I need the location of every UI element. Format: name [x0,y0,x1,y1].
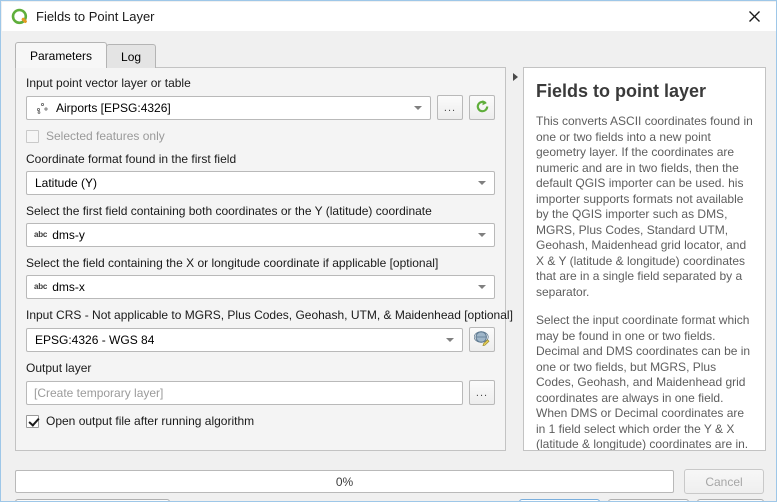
dialog-body: Parameters Log Input point vector layer … [2,31,776,501]
input-crs-value: EPSG:4326 - WGS 84 [35,332,155,347]
coordinate-format-value: Latitude (Y) [35,176,98,190]
help-title: Fields to point layer [536,81,707,101]
selected-features-only-label: Selected features only [46,129,165,143]
chevron-down-icon [414,105,422,110]
refresh-icon [475,99,490,117]
x-field-label: Select the field containing the X or lon… [26,256,439,270]
chevron-down-icon [478,285,486,289]
selected-features-only-checkbox: Selected features only [26,129,495,143]
help-panel: Fields to point layer This converts ASCI… [523,67,766,451]
fields-to-point-layer-dialog: Fields to Point Layer Parameters Log Inp… [0,0,777,502]
progress-row: 0% Cancel [15,469,764,494]
x-field-group: Select the field containing the X or lon… [26,256,495,299]
first-field-combo[interactable]: abc dms-y [26,223,495,247]
coordinate-format-combo[interactable]: Latitude (Y) [26,171,495,195]
close-icon[interactable] [732,2,776,31]
globe-crs-icon [473,330,490,349]
first-field-value: dms-y [52,228,85,242]
coordinate-format-label: Coordinate format found in the first fie… [26,152,237,166]
input-layer-group: Input point vector layer or table Airpor… [26,76,495,120]
input-layer-browse-button[interactable]: ... [437,95,463,120]
select-crs-button[interactable] [469,327,495,352]
input-crs-group: Input CRS - Not applicable to MGRS, Plus… [26,308,513,352]
coordinate-format-group: Coordinate format found in the first fie… [26,152,495,195]
window-title: Fields to Point Layer [36,9,155,24]
x-field-combo[interactable]: abc dms-x [26,275,495,299]
point-layer-icon [34,100,51,115]
qgis-logo-icon [11,8,29,26]
output-layer-input[interactable]: [Create temporary layer] [26,380,463,405]
tab-bar: Parameters Log [15,42,157,68]
input-layer-value: Airports [EPSG:4326] [56,100,171,115]
open-output-file-label: Open output file after running algorithm [46,414,255,428]
ellipsis-icon: ... [475,386,489,399]
panel-splitter-handle[interactable] [508,67,522,451]
open-output-file-checkbox[interactable]: Open output file after running algorithm [26,414,495,428]
input-crs-label: Input CRS - Not applicable to MGRS, Plus… [26,308,513,322]
progress-bar: 0% [15,470,674,493]
collapse-arrow-icon [512,73,518,81]
first-field-label: Select the first field containing both c… [26,204,432,218]
cancel-button[interactable]: Cancel [684,469,764,494]
tab-parameters[interactable]: Parameters [15,42,108,68]
text-field-type-icon: abc [34,282,48,291]
ellipsis-icon: ... [443,101,457,114]
parameters-panel: Input point vector layer or table Airpor… [15,67,513,451]
output-layer-browse-button[interactable]: ... [469,380,495,405]
checkbox-box [26,129,39,143]
output-layer-group: Output layer [Create temporary layer] ..… [26,361,495,405]
help-paragraph-1: This converts ASCII coordinates found in… [536,114,753,299]
first-field-group: Select the first field containing both c… [26,204,495,247]
title-bar: Fields to Point Layer [2,2,776,31]
input-crs-combo[interactable]: EPSG:4326 - WGS 84 [26,327,463,352]
chevron-down-icon [478,181,486,185]
progress-percent-label: 0% [335,474,354,489]
chevron-down-icon [446,337,454,342]
input-layer-refresh-button[interactable] [469,95,495,120]
output-layer-label: Output layer [26,361,92,375]
chevron-down-icon [478,233,486,237]
x-field-value: dms-x [52,280,85,294]
input-layer-label: Input point vector layer or table [26,76,191,90]
checkbox-box [26,414,39,428]
text-field-type-icon: abc [34,230,48,239]
output-layer-placeholder: [Create temporary layer] [34,385,164,400]
help-paragraph-2: Select the input coordinate format which… [536,313,751,451]
tab-log[interactable]: Log [106,44,157,68]
input-layer-combo[interactable]: Airports [EPSG:4326] [26,95,431,120]
